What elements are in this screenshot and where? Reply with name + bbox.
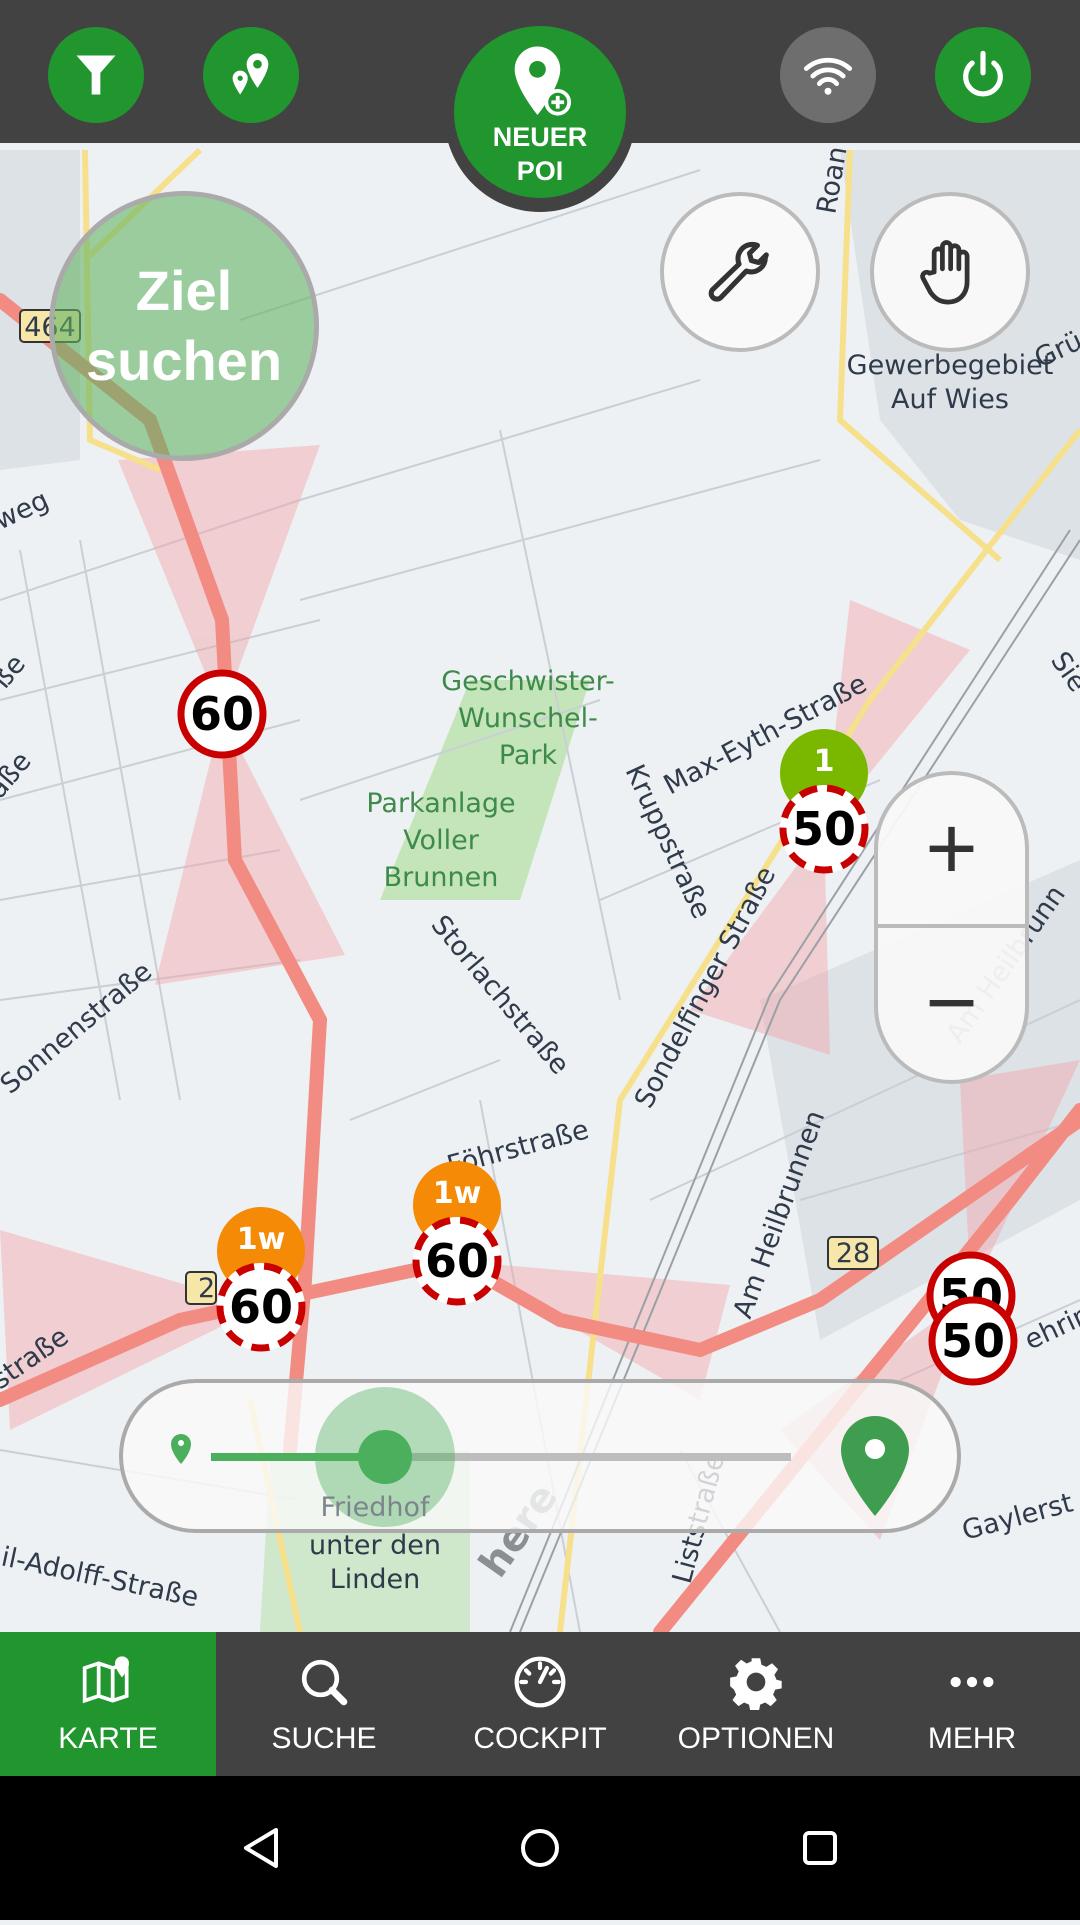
speed-sign-limit: 60: [229, 1280, 293, 1334]
road-shield-28: 28: [827, 1236, 879, 1270]
system-nav-bar: [0, 1776, 1080, 1920]
filter-button[interactable]: [48, 27, 144, 123]
slider-thumb[interactable]: [358, 1430, 412, 1484]
zoom-in-button[interactable]: +: [878, 775, 1025, 928]
recents-icon[interactable]: [803, 1831, 837, 1865]
park-label: Brunnen: [384, 862, 499, 893]
power-icon: [963, 50, 1003, 97]
back-icon[interactable]: [244, 1828, 278, 1868]
poi-list-button[interactable]: [203, 27, 299, 123]
new-poi-label-1: NEUER: [492, 122, 588, 152]
hand-icon: [920, 240, 970, 305]
road-shield-2: 2: [185, 1271, 217, 1305]
search-destination-button[interactable]: Ziel suchen: [49, 191, 319, 461]
svg-text:2: 2: [198, 1273, 215, 1304]
power-button[interactable]: [935, 27, 1031, 123]
map-pin-plus-icon: [514, 46, 571, 116]
nav-label: OPTIONEN: [677, 1722, 835, 1755]
new-poi-label-2: POI: [516, 156, 564, 186]
speed-sign[interactable]: 50: [928, 1296, 1018, 1386]
nav-label: SUCHE: [271, 1722, 377, 1755]
map-label: unter den: [309, 1530, 441, 1561]
nav-optionen[interactable]: OPTIONEN: [648, 1632, 864, 1776]
zoom-out-button[interactable]: −: [878, 928, 1025, 1081]
speed-sign[interactable]: 60: [177, 669, 267, 759]
gear-icon: [730, 1658, 782, 1710]
map-icon: [82, 1656, 129, 1704]
nav-karte[interactable]: KARTE: [0, 1632, 216, 1776]
nav-label: COCKPIT: [473, 1722, 607, 1755]
search-destination-label-1: Ziel: [135, 259, 233, 322]
park-label: Parkanlage: [366, 788, 515, 819]
speed-sign-badge-text: 1: [814, 744, 835, 779]
park-label: Geschwister-: [441, 666, 615, 697]
speed-sign-limit: 60: [425, 1234, 489, 1288]
speed-sign[interactable]: 1w 60: [216, 1207, 306, 1352]
zoom-control: + −: [874, 771, 1029, 1084]
large-pin-icon: [841, 1416, 909, 1516]
nav-mehr[interactable]: MEHR: [864, 1632, 1080, 1776]
nav-label: KARTE: [58, 1722, 158, 1755]
search-destination-label-2: suchen: [85, 329, 283, 392]
nav-label: MEHR: [927, 1722, 1017, 1755]
park-label: Wunschel-: [458, 703, 598, 734]
search-icon: [301, 1659, 348, 1706]
speed-sign-badge-text: 1w: [237, 1222, 286, 1257]
small-pin-icon: [171, 1434, 191, 1464]
wifi-button[interactable]: [780, 27, 876, 123]
park-label: Voller: [403, 825, 480, 856]
tools-button[interactable]: [660, 192, 820, 352]
map-label: Gewerbegebiet: [847, 350, 1054, 381]
bottom-nav: KARTE SUCHE COCKPIT OPTIONEN MEHR: [0, 1632, 1080, 1776]
speed-sign-limit: 50: [792, 802, 856, 856]
range-slider[interactable]: [119, 1379, 961, 1533]
speed-sign[interactable]: 1w 60: [412, 1161, 502, 1306]
nav-suche[interactable]: SUCHE: [216, 1632, 432, 1776]
speed-sign-limit: 60: [190, 687, 254, 741]
pan-button[interactable]: [870, 192, 1030, 352]
filter-icon: [76, 55, 116, 95]
home-icon[interactable]: [521, 1829, 559, 1867]
more-icon: [950, 1676, 994, 1688]
park-label: Park: [499, 740, 558, 771]
speed-sign-badge-text: 1w: [433, 1176, 482, 1211]
map-label: Linden: [330, 1564, 421, 1595]
map-pins-icon: [232, 53, 269, 95]
map-label: Auf Wies: [891, 384, 1009, 415]
new-poi-button[interactable]: NEUER POI: [444, 16, 636, 212]
speedometer-icon: [514, 1656, 566, 1708]
wifi-icon: [803, 57, 853, 95]
svg-text:28: 28: [836, 1238, 870, 1269]
nav-cockpit[interactable]: COCKPIT: [432, 1632, 648, 1776]
speed-sign[interactable]: 1 50: [779, 729, 869, 874]
speed-sign-limit: 50: [941, 1314, 1005, 1368]
wrench-icon: [708, 241, 769, 302]
